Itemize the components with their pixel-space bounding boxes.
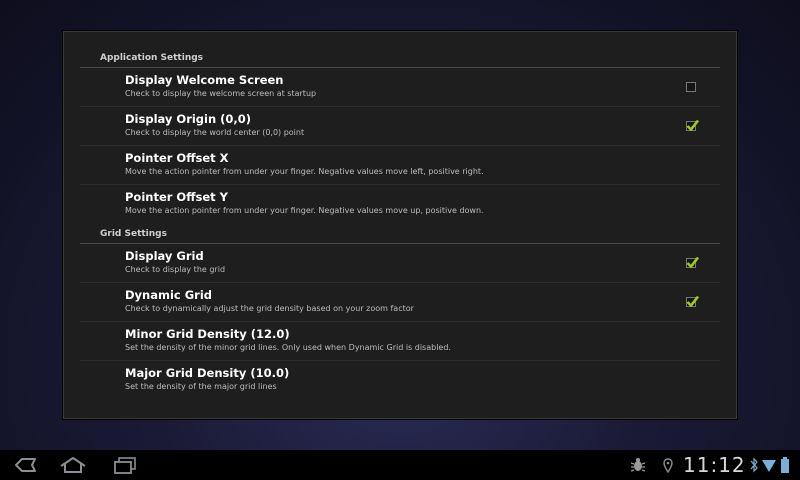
- location-icon: [663, 458, 673, 474]
- home-icon[interactable]: [58, 450, 88, 480]
- battery-icon: [781, 457, 789, 473]
- back-icon[interactable]: [10, 450, 40, 480]
- pref-title: Display Origin (0,0): [125, 112, 252, 126]
- pref-summary: Set the density of the minor grid lines.…: [125, 343, 451, 352]
- section-header-application-settings: Application Settings: [80, 48, 720, 68]
- pref-title: Dynamic Grid: [125, 288, 213, 302]
- debug-icon: [630, 458, 646, 472]
- clock-time: 11:12: [683, 453, 746, 477]
- pref-minor-grid-density[interactable]: Minor Grid Density (12.0) Set the densit…: [80, 322, 720, 361]
- pref-display-origin[interactable]: Display Origin (0,0) Check to display th…: [80, 107, 720, 146]
- pref-summary: Check to dynamically adjust the grid den…: [125, 304, 414, 313]
- pref-summary: Check to display the world center (0,0) …: [125, 128, 305, 137]
- wifi-icon: [762, 460, 776, 472]
- checkbox-display-grid[interactable]: [686, 256, 699, 268]
- system-bar: 11:12: [0, 450, 800, 480]
- pref-dynamic-grid[interactable]: Dynamic Grid Check to dynamically adjust…: [80, 283, 720, 322]
- pref-pointer-offset-x[interactable]: Pointer Offset X Move the action pointer…: [80, 146, 720, 185]
- check-mark-icon: [686, 295, 699, 307]
- pref-summary: Check to display the welcome screen at s…: [125, 89, 317, 98]
- pref-title: Major Grid Density (10.0): [125, 366, 290, 380]
- section-header-grid-settings: Grid Settings: [80, 224, 720, 244]
- settings-panel: Application Settings Display Welcome Scr…: [63, 31, 737, 419]
- pref-display-welcome-screen[interactable]: Display Welcome Screen Check to display …: [80, 68, 720, 107]
- check-mark-icon: [686, 256, 699, 268]
- preferences-list: Application Settings Display Welcome Scr…: [80, 48, 720, 400]
- pref-summary: Move the action pointer from under your …: [125, 206, 484, 215]
- bluetooth-icon: [750, 457, 758, 473]
- pref-title: Pointer Offset Y: [125, 190, 228, 204]
- pref-title: Display Grid: [125, 249, 204, 263]
- pref-major-grid-density[interactable]: Major Grid Density (10.0) Set the densit…: [80, 361, 720, 400]
- pref-summary: Check to display the grid: [125, 265, 226, 274]
- pref-title: Pointer Offset X: [125, 151, 229, 165]
- pref-summary: Set the density of the major grid lines: [125, 382, 277, 391]
- checkbox-display-welcome-screen[interactable]: [686, 82, 696, 92]
- checkbox-dynamic-grid[interactable]: [686, 295, 699, 307]
- pref-title: Display Welcome Screen: [125, 73, 284, 87]
- check-mark-icon: [686, 119, 699, 131]
- pref-title: Minor Grid Density (12.0): [125, 327, 290, 341]
- checkbox-display-origin[interactable]: [686, 119, 699, 131]
- pref-display-grid[interactable]: Display Grid Check to display the grid: [80, 244, 720, 283]
- pref-pointer-offset-y[interactable]: Pointer Offset Y Move the action pointer…: [80, 185, 720, 224]
- pref-summary: Move the action pointer from under your …: [125, 167, 484, 176]
- recent-apps-icon[interactable]: [110, 450, 140, 480]
